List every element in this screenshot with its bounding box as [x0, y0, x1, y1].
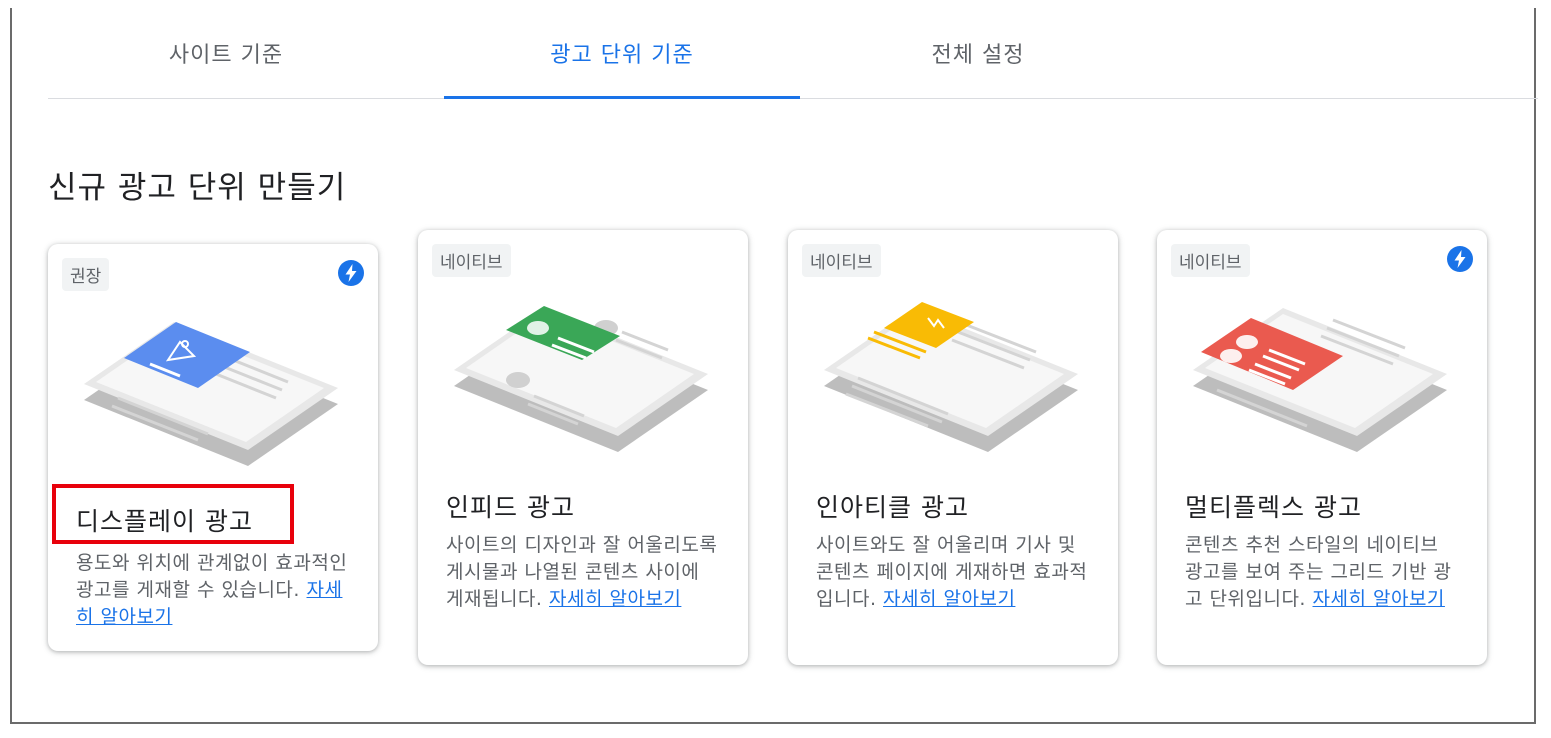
lightning-bolt-icon [338, 260, 364, 286]
lightning-bolt-icon [1447, 246, 1473, 272]
app-frame: 사이트 기준 광고 단위 기준 전체 설정 신규 광고 단위 만들기 권장 디스… [10, 8, 1538, 724]
learn-more-link[interactable]: 자세히 알아보기 [883, 588, 1015, 610]
card-title: 멀티플렉스 광고 [1185, 493, 1362, 522]
inarticle-ad-illustration [824, 302, 1078, 452]
card-title: 인아티클 광고 [816, 493, 969, 522]
tab-site-basis[interactable]: 사이트 기준 [48, 8, 404, 98]
tab-bar: 사이트 기준 광고 단위 기준 전체 설정 [48, 8, 1538, 99]
page-title: 신규 광고 단위 만들기 [48, 170, 347, 206]
card-display-ad[interactable]: 권장 디스플레이 광고 용도와 위치에 관계없이 효과적인 광고를 게재할 수 … [48, 244, 378, 651]
native-badge: 네이티브 [802, 244, 881, 277]
card-multiplex-ad[interactable]: 네이티브 멀티플렉스 광고 콘텐츠 추천 스타일의 네이티브 광고를 보여 주는… [1157, 230, 1487, 665]
display-ad-illustration [84, 322, 338, 466]
native-badge: 네이티브 [432, 244, 511, 277]
tab-all-settings[interactable]: 전체 설정 [800, 8, 1156, 98]
native-badge: 네이티브 [1171, 244, 1250, 277]
multiplex-ad-illustration [1193, 308, 1447, 452]
learn-more-link[interactable]: 자세히 알아보기 [1313, 588, 1445, 610]
card-inarticle-ad[interactable]: 네이티브 인아티클 광고 사이트와도 잘 어울리며 기사 및 콘텐츠 페이지에 … [788, 230, 1118, 665]
recommended-badge: 권장 [62, 258, 110, 291]
card-description: 용도와 위치에 관계없이 효과적인 광고를 게재할 수 있습니다. 자세히 알아… [76, 552, 348, 628]
card-title: 인피드 광고 [446, 493, 575, 522]
card-description: 사이트와도 잘 어울리며 기사 및 콘텐츠 페이지에 게재하면 효과적입니다. … [816, 534, 1088, 610]
card-description: 사이트의 디자인과 잘 어울리도록 게시물과 나열된 콘텐츠 사이에 게재됩니다… [446, 534, 718, 610]
card-infeed-ad[interactable]: 네이티브 인피드 광고 사이트의 디자인과 잘 어울리도록 게시물과 나열된 콘… [418, 230, 748, 665]
highlight-annotation-box [52, 484, 294, 544]
tab-ad-unit-basis[interactable]: 광고 단위 기준 [444, 8, 800, 99]
infeed-ad-illustration [454, 306, 708, 452]
learn-more-link[interactable]: 자세히 알아보기 [549, 588, 681, 610]
card-description: 콘텐츠 추천 스타일의 네이티브 광고를 보여 주는 그리드 기반 광고 단위입… [1185, 534, 1452, 610]
